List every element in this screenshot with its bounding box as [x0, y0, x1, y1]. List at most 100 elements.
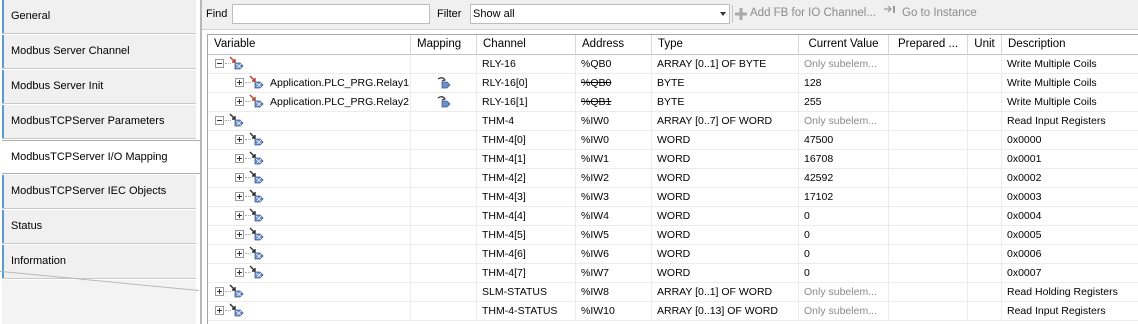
cell-prepared-value[interactable] [889, 131, 968, 150]
expand-icon[interactable] [235, 97, 244, 106]
table-row[interactable]: SLM-STATUS %IW8 ARRAY [0..1] OF WORD Only s… [208, 283, 1138, 302]
table-row[interactable]: THM-4[3] %IW3 WORD 17102 0x0003 [208, 188, 1138, 207]
tab-general[interactable]: General [2, 0, 196, 34]
cell-current-value[interactable]: Only subelem... [799, 55, 889, 74]
col-prepared-value[interactable]: Prepared ... [889, 35, 968, 55]
cell-variable[interactable] [208, 302, 411, 321]
expand-icon[interactable] [235, 230, 244, 239]
cell-address[interactable]: %IW7 [576, 264, 652, 283]
col-channel[interactable]: Channel [477, 35, 576, 55]
cell-address[interactable]: %QB0 [576, 74, 652, 93]
cell-current-value[interactable]: 128 [799, 74, 889, 93]
add-fb-button[interactable]: Add FB for IO Channel... [750, 7, 876, 19]
cell-description[interactable]: 0x0004 [1002, 207, 1138, 226]
cell-description[interactable]: 0x0003 [1002, 188, 1138, 207]
cell-address[interactable]: %QB0 [576, 55, 652, 74]
cell-mapping[interactable] [411, 188, 477, 207]
cell-prepared-value[interactable] [889, 264, 968, 283]
cell-type[interactable]: WORD [652, 188, 799, 207]
cell-unit[interactable] [968, 150, 1002, 169]
cell-description[interactable]: Write Multiple Coils [1002, 93, 1138, 112]
table-row[interactable]: THM-4[6] %IW6 WORD 0 0x0006 [208, 245, 1138, 264]
cell-current-value[interactable]: 16708 [799, 150, 889, 169]
cell-unit[interactable] [968, 188, 1002, 207]
cell-channel[interactable]: THM-4[0] [477, 131, 576, 150]
tab-modbus-server-init[interactable]: Modbus Server Init [2, 70, 196, 104]
cell-channel[interactable]: THM-4[4] [477, 207, 576, 226]
cell-address[interactable]: %IW8 [576, 283, 652, 302]
cell-description[interactable]: Write Multiple Coils [1002, 55, 1138, 74]
col-mapping[interactable]: Mapping [411, 35, 477, 55]
table-row[interactable]: THM-4-STATUS %IW10 ARRAY [0..13] OF WORD On… [208, 302, 1138, 321]
cell-channel[interactable]: SLM-STATUS [477, 283, 576, 302]
cell-channel[interactable]: THM-4 [477, 112, 576, 131]
cell-prepared-value[interactable] [889, 112, 968, 131]
cell-type[interactable]: BYTE [652, 93, 799, 112]
cell-mapping[interactable] [411, 245, 477, 264]
cell-variable[interactable] [208, 131, 411, 150]
cell-unit[interactable] [968, 226, 1002, 245]
cell-type[interactable]: WORD [652, 226, 799, 245]
cell-type[interactable]: BYTE [652, 74, 799, 93]
table-row[interactable]: Application.PLC_PRG.Relay1 RLY-16[0] %QB0 B… [208, 74, 1138, 93]
col-address[interactable]: Address [576, 35, 652, 55]
cell-mapping[interactable] [411, 112, 477, 131]
cell-unit[interactable] [968, 131, 1002, 150]
expand-icon[interactable] [235, 211, 244, 220]
cell-variable[interactable] [208, 169, 411, 188]
cell-prepared-value[interactable] [889, 226, 968, 245]
cell-variable[interactable] [208, 245, 411, 264]
cell-description[interactable]: Read Input Registers [1002, 302, 1138, 321]
cell-address[interactable]: %IW0 [576, 131, 652, 150]
cell-unit[interactable] [968, 245, 1002, 264]
expand-icon[interactable] [235, 268, 244, 277]
cell-type[interactable]: WORD [652, 245, 799, 264]
cell-current-value[interactable]: 42592 [799, 169, 889, 188]
cell-channel[interactable]: RLY-16 [477, 55, 576, 74]
cell-mapping[interactable] [411, 74, 477, 93]
cell-address[interactable]: %IW6 [576, 245, 652, 264]
tab-modbustcpserver-iec-objects[interactable]: ModbusTCPServer IEC Objects [2, 175, 196, 209]
cell-address[interactable]: %IW2 [576, 169, 652, 188]
cell-mapping[interactable] [411, 283, 477, 302]
cell-variable[interactable] [208, 264, 411, 283]
expand-icon[interactable] [235, 249, 244, 258]
cell-type[interactable]: ARRAY [0..1] OF WORD [652, 283, 799, 302]
cell-prepared-value[interactable] [889, 169, 968, 188]
col-unit[interactable]: Unit [968, 35, 1002, 55]
cell-unit[interactable] [968, 55, 1002, 74]
cell-type[interactable]: WORD [652, 264, 799, 283]
cell-channel[interactable]: RLY-16[0] [477, 74, 576, 93]
expand-icon[interactable] [235, 135, 244, 144]
cell-mapping[interactable] [411, 226, 477, 245]
cell-prepared-value[interactable] [889, 245, 968, 264]
table-row[interactable]: Application.PLC_PRG.Relay2 RLY-16[1] %QB1 B… [208, 93, 1138, 112]
cell-type[interactable]: WORD [652, 207, 799, 226]
go-to-instance-button[interactable]: Go to Instance [902, 7, 977, 19]
cell-address[interactable]: %IW0 [576, 112, 652, 131]
cell-unit[interactable] [968, 302, 1002, 321]
table-row[interactable]: THM-4[0] %IW0 WORD 47500 0x0000 [208, 131, 1138, 150]
cell-variable[interactable] [208, 226, 411, 245]
cell-variable[interactable] [208, 283, 411, 302]
cell-description[interactable]: 0x0001 [1002, 150, 1138, 169]
table-row[interactable]: RLY-16 %QB0 ARRAY [0..1] OF BYTE Only subel… [208, 55, 1138, 74]
cell-variable[interactable]: Application.PLC_PRG.Relay1 [208, 74, 411, 93]
tab-status[interactable]: Status [2, 210, 196, 244]
cell-prepared-value[interactable] [889, 55, 968, 74]
cell-variable[interactable] [208, 112, 411, 131]
tab-modbus-server-channel[interactable]: Modbus Server Channel [2, 35, 196, 69]
cell-prepared-value[interactable] [889, 283, 968, 302]
table-row[interactable]: THM-4[5] %IW5 WORD 0 0x0005 [208, 226, 1138, 245]
cell-current-value[interactable]: 0 [799, 245, 889, 264]
cell-current-value[interactable]: Only subelem... [799, 302, 889, 321]
tab-modbustcpserver-io-mapping[interactable]: ModbusTCPServer I/O Mapping [2, 140, 202, 174]
collapse-icon[interactable] [215, 59, 224, 68]
cell-type[interactable]: ARRAY [0..13] OF WORD [652, 302, 799, 321]
cell-channel[interactable]: THM-4[6] [477, 245, 576, 264]
cell-variable[interactable]: Application.PLC_PRG.Relay2 [208, 93, 411, 112]
cell-type[interactable]: WORD [652, 131, 799, 150]
col-current-value[interactable]: Current Value [799, 35, 889, 55]
cell-address[interactable]: %QB1 [576, 93, 652, 112]
col-description[interactable]: Description [1002, 35, 1138, 55]
